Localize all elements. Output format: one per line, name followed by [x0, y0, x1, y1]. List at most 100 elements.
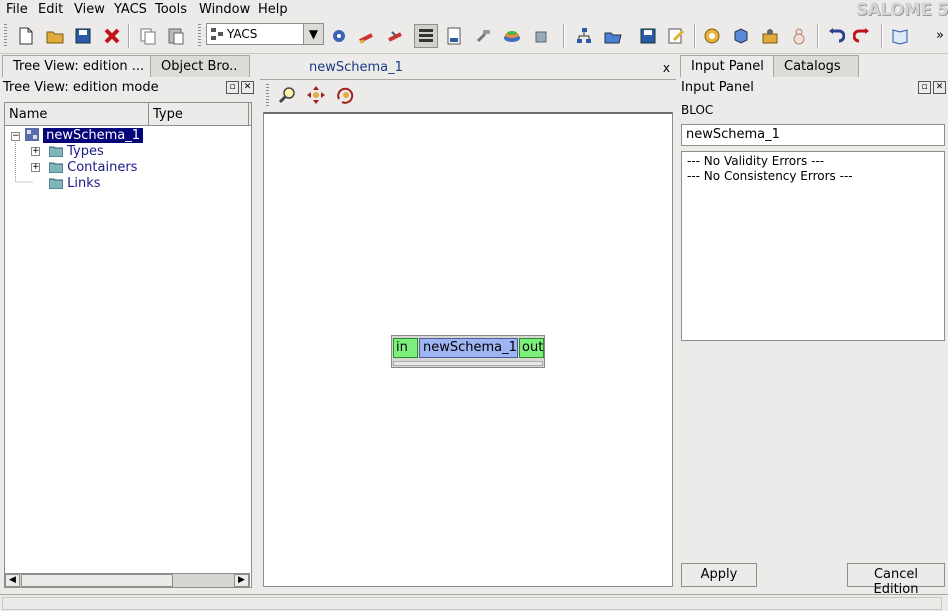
schema-canvas[interactable]: in newSchema_1 out	[263, 112, 673, 587]
view-toolbar	[260, 81, 676, 111]
right-dock-title: Input Panel	[681, 80, 754, 95]
close-icon[interactable]: ✕	[241, 81, 254, 94]
tree-item-links[interactable]: Links	[48, 176, 101, 192]
folder-icon	[48, 178, 64, 190]
menu-window[interactable]: Window	[199, 2, 250, 17]
close-x-icon[interactable]	[100, 24, 124, 48]
right-dock-title-bar: Input Panel ▫ ✕	[678, 79, 948, 98]
errors-report[interactable]: --- No Validity Errors --- --- No Consis…	[681, 151, 945, 341]
gift-icon[interactable]	[529, 24, 553, 48]
left-dock-title: Tree View: edition mode	[3, 80, 159, 95]
close-icon[interactable]: x	[663, 61, 670, 75]
left-dock-title-bar: Tree View: edition mode ▫ ✕	[0, 79, 256, 98]
import-icon[interactable]	[729, 24, 753, 48]
schema-view: newSchema_1 x in newSchema_1 out	[260, 55, 676, 592]
toolbar-grip[interactable]	[198, 24, 201, 48]
tab-input-panel[interactable]: Input Panel	[680, 55, 774, 77]
schema-node[interactable]: in newSchema_1 out	[391, 335, 545, 368]
open-folder-icon[interactable]	[43, 24, 67, 48]
schema-icon	[25, 128, 39, 141]
toolbar-grip[interactable]	[266, 84, 269, 108]
left-dock-tabs: Tree View: edition ... Object Bro..	[2, 55, 254, 77]
tree-item-label: Containers	[67, 160, 138, 175]
save-icon[interactable]	[71, 24, 95, 48]
toolbar-separator	[128, 24, 130, 48]
zoom-icon[interactable]	[276, 83, 300, 107]
module-selector-value: YACS	[227, 27, 258, 41]
tab-catalogs[interactable]: Catalogs	[773, 55, 859, 77]
input-port[interactable]: in	[393, 338, 418, 358]
pencil-red-icon[interactable]	[355, 24, 379, 48]
toolbar-separator	[694, 24, 696, 48]
menu-edit[interactable]: Edit	[38, 2, 63, 17]
toolbar-overflow-icon[interactable]: »	[936, 28, 944, 43]
copy-icon[interactable]	[136, 24, 160, 48]
column-header-type[interactable]: Type	[149, 103, 249, 125]
scroll-left-icon[interactable]: ◀	[5, 574, 20, 587]
tree-view[interactable]: Name Type − newSchema_1 + Types + Contai…	[4, 102, 252, 588]
tab-schema[interactable]: newSchema_1	[309, 60, 403, 75]
menu-help[interactable]: Help	[258, 2, 288, 17]
scroll-right-icon[interactable]: ▶	[234, 574, 249, 587]
tree-item-containers[interactable]: Containers	[48, 160, 138, 176]
hierarchy-icon[interactable]	[572, 24, 596, 48]
yacs-module-icon	[211, 28, 223, 40]
new-schema-icon[interactable]	[442, 24, 466, 48]
pencil-red-icon[interactable]	[384, 24, 408, 48]
edit-note-icon[interactable]	[664, 24, 688, 48]
reset-view-icon[interactable]	[333, 83, 357, 107]
schema-tab-bar: newSchema_1 x	[260, 55, 676, 80]
cake-icon[interactable]	[500, 24, 524, 48]
left-dock: Tree View: edition ... Object Bro.. Tree…	[0, 55, 256, 592]
expand-icon[interactable]: +	[31, 163, 40, 172]
output-port[interactable]: out	[519, 338, 544, 358]
tree-item-label: newSchema_1	[43, 128, 144, 143]
validity-message: --- No Validity Errors ---	[687, 154, 825, 168]
folder-icon	[48, 162, 64, 174]
expand-icon[interactable]: +	[31, 147, 40, 156]
menu-yacs[interactable]: YACS	[114, 2, 147, 17]
salome-logo: SALOME 5	[855, 0, 948, 20]
apply-button[interactable]: Apply	[681, 563, 757, 587]
tab-object-browser[interactable]: Object Bro..	[150, 55, 250, 77]
right-dock: Input Panel Catalogs Input Panel ▫ ✕ BLO…	[678, 55, 948, 597]
pan-icon[interactable]	[304, 83, 328, 107]
folder-open-icon[interactable]	[601, 24, 625, 48]
snowman-icon[interactable]	[787, 24, 811, 48]
book-icon[interactable]	[888, 24, 912, 48]
float-icon[interactable]: ▫	[918, 81, 931, 94]
node-body	[393, 361, 543, 366]
close-icon[interactable]: ✕	[933, 81, 946, 94]
schema-tree-icon[interactable]	[414, 24, 438, 48]
node-title[interactable]: newSchema_1	[419, 338, 518, 358]
gear-blue-icon[interactable]	[327, 24, 351, 48]
menu-file[interactable]: File	[6, 2, 28, 17]
right-dock-tabs: Input Panel Catalogs	[678, 55, 948, 77]
paste-icon[interactable]	[164, 24, 188, 48]
tree-item-label: Types	[67, 144, 104, 159]
scrollbar-thumb[interactable]	[21, 574, 173, 587]
redo-icon[interactable]	[851, 24, 875, 48]
chevron-down-icon[interactable]: ▼	[303, 24, 323, 44]
tab-tree-view[interactable]: Tree View: edition ...	[2, 55, 152, 77]
node-type-label: BLOC	[681, 103, 714, 117]
hammer-icon[interactable]	[471, 24, 495, 48]
horizontal-scrollbar[interactable]: ◀ ▶	[4, 573, 250, 588]
toolbar-grip[interactable]	[4, 24, 7, 48]
tree-item-types[interactable]: Types	[48, 144, 104, 160]
undo-icon[interactable]	[823, 24, 847, 48]
menu-view[interactable]: View	[74, 2, 105, 17]
export-icon[interactable]	[758, 24, 782, 48]
new-document-icon[interactable]	[14, 24, 38, 48]
float-icon[interactable]: ▫	[226, 81, 239, 94]
tree-guide-lines	[15, 142, 34, 183]
module-selector[interactable]: YACS ▼	[206, 23, 324, 45]
save-icon[interactable]	[636, 24, 660, 48]
folder-icon	[48, 146, 64, 158]
menu-tools[interactable]: Tools	[155, 2, 187, 17]
settings-gear-icon[interactable]	[700, 24, 724, 48]
column-header-name[interactable]: Name	[5, 103, 149, 125]
cancel-edition-button[interactable]: Cancel Edition	[847, 563, 945, 597]
collapse-icon[interactable]: −	[11, 132, 20, 141]
node-name-field[interactable]: newSchema_1	[681, 124, 945, 146]
